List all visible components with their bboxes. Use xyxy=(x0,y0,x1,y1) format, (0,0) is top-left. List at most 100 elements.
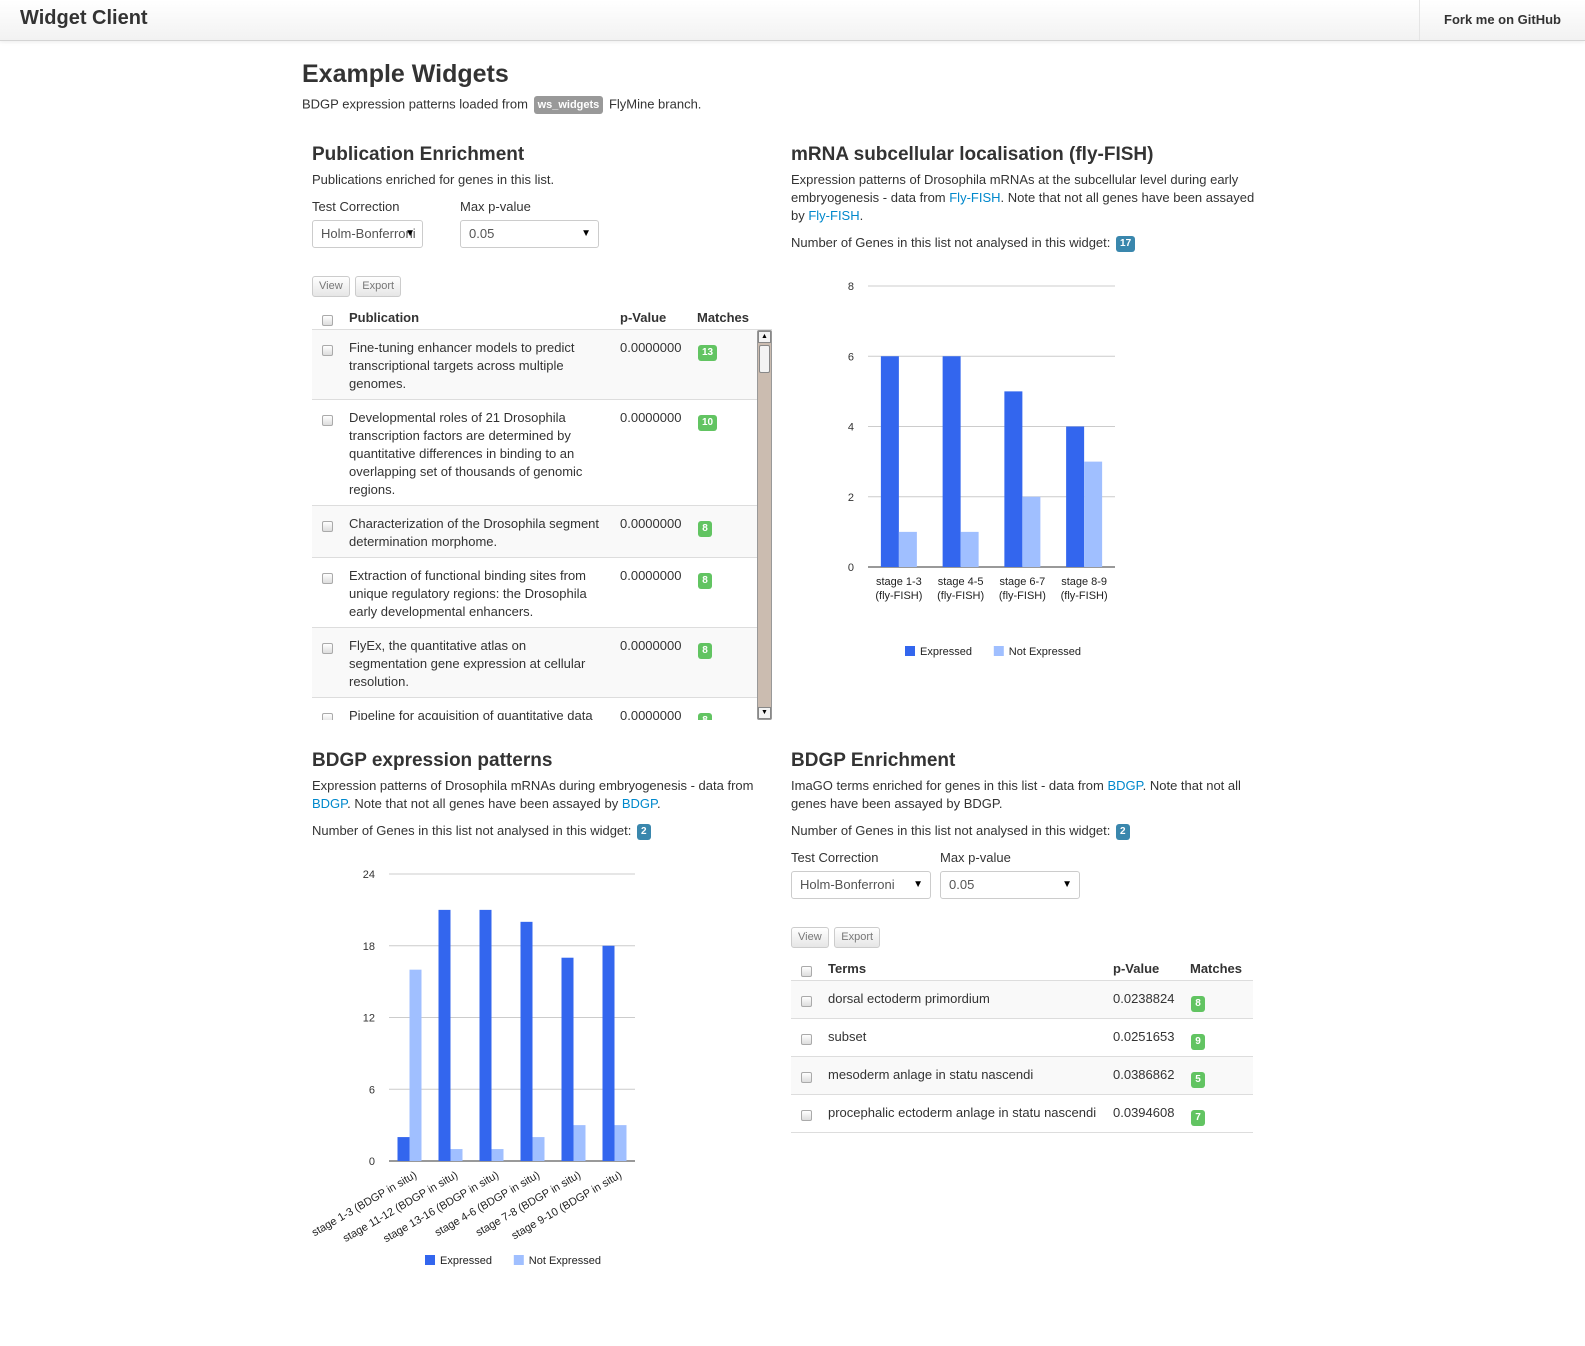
not-analysed-badge[interactable]: 2 xyxy=(637,823,651,840)
column-header-publication: Publication xyxy=(349,310,420,325)
matches-badge[interactable]: 8 xyxy=(698,643,712,659)
term-name[interactable]: procephalic ectoderm anlage in statu nas… xyxy=(828,1104,1096,1122)
chevron-down-icon: ▼ xyxy=(405,228,415,239)
not-analysed-info: Number of Genes in this list not analyse… xyxy=(312,822,772,840)
test-correction-label: Test Correction xyxy=(791,850,879,865)
intro-text-after: FlyMine branch. xyxy=(608,96,702,112)
y-tick-label: 8 xyxy=(848,281,854,293)
widget-description: Expression patterns of Drosophila mRNAs … xyxy=(791,171,1256,225)
matches-badge[interactable]: 10 xyxy=(698,415,718,431)
term-name[interactable]: subset xyxy=(828,1028,866,1046)
row-checkbox[interactable] xyxy=(322,521,333,532)
row-checkbox[interactable] xyxy=(322,643,333,654)
test-correction-value: Holm-Bonferroni xyxy=(800,877,895,892)
filter-controls: Test Correction Holm-Bonferroni ▼ Max p-… xyxy=(791,849,1253,907)
scroll-up-arrow-icon[interactable]: ▲ xyxy=(758,331,771,343)
row-checkbox[interactable] xyxy=(322,573,333,584)
bdgp-link[interactable]: BDGP xyxy=(312,796,347,811)
select-all-checkbox[interactable] xyxy=(322,315,333,326)
publication-title[interactable]: Developmental roles of 21 Drosophila tra… xyxy=(349,409,594,499)
page-title: Example Widgets xyxy=(302,60,509,88)
bar-expressed xyxy=(942,356,961,567)
matches-badge[interactable]: 8 xyxy=(698,573,712,589)
matches-badge[interactable]: 8 xyxy=(698,521,712,537)
table-header: Terms p-Value Matches xyxy=(791,953,1253,981)
scroll-thumb[interactable] xyxy=(759,345,770,373)
max-pvalue-select[interactable]: 0.05 ▼ xyxy=(460,220,599,248)
term-name[interactable]: dorsal ectoderm primordium xyxy=(828,990,990,1008)
table-row: Developmental roles of 21 Drosophila tra… xyxy=(312,400,772,506)
bar-expressed xyxy=(602,945,615,1161)
fork-github-link[interactable]: Fork me on GitHub xyxy=(1419,0,1585,40)
row-checkbox[interactable] xyxy=(322,345,333,356)
matches-badge[interactable]: 9 xyxy=(1191,1034,1205,1050)
scroll-down-arrow-icon[interactable]: ▼ xyxy=(758,707,771,719)
publication-title[interactable]: FlyEx, the quantitative atlas on segment… xyxy=(349,637,604,691)
row-checkbox[interactable] xyxy=(801,1110,812,1121)
not-analysed-badge[interactable]: 17 xyxy=(1116,235,1136,252)
pvalue: 0.0386862 xyxy=(1113,1067,1175,1082)
table-row: FlyEx, the quantitative atlas on segment… xyxy=(312,628,772,698)
row-checkbox[interactable] xyxy=(801,1072,812,1083)
column-header-pvalue: p-Value xyxy=(1113,961,1160,976)
description-text: . Note that not all genes have been assa… xyxy=(347,796,622,811)
y-tick-label: 18 xyxy=(363,941,375,953)
pvalue: 0.0000000 xyxy=(620,410,682,425)
table-scrollbar[interactable]: ▲ ▼ xyxy=(757,330,772,720)
widget-description: ImaGO terms enriched for genes in this l… xyxy=(791,777,1253,813)
max-pvalue-select[interactable]: 0.05 ▼ xyxy=(940,871,1080,899)
not-analysed-label: Number of Genes in this list not analyse… xyxy=(312,823,632,838)
row-checkbox[interactable] xyxy=(322,415,333,426)
row-checkbox[interactable] xyxy=(801,996,812,1007)
matches-badge[interactable]: 5 xyxy=(1191,1072,1205,1088)
x-tick-label: (fly-FISH) xyxy=(999,590,1046,602)
row-checkbox[interactable] xyxy=(801,1034,812,1045)
term-name[interactable]: mesoderm anlage in statu nascendi xyxy=(828,1066,1033,1084)
bdgp-link[interactable]: BDGP xyxy=(1107,778,1142,793)
bar-not-expressed xyxy=(409,969,422,1161)
publication-title[interactable]: Extraction of functional binding sites f… xyxy=(349,567,604,621)
matches-badge[interactable]: 13 xyxy=(698,345,718,361)
matches-badge[interactable]: 8 xyxy=(698,713,712,720)
publication-title[interactable]: Fine-tuning enhancer models to predict t… xyxy=(349,339,609,393)
column-header-matches: Matches xyxy=(697,310,750,325)
test-correction-select[interactable]: Holm-Bonferroni ▼ xyxy=(791,871,931,899)
matches-badge[interactable]: 7 xyxy=(1191,1110,1205,1126)
pvalue: 0.0000000 xyxy=(620,516,682,531)
matches-badge[interactable]: 8 xyxy=(1191,996,1205,1012)
publication-table-scroll[interactable]: Fine-tuning enhancer models to predict t… xyxy=(312,330,772,720)
fly-fish-widget: mRNA subcellular localisation (fly-FISH)… xyxy=(791,143,1256,252)
bar-not-expressed xyxy=(1022,496,1041,567)
bar-expressed xyxy=(397,1137,410,1161)
brand-title[interactable]: Widget Client xyxy=(20,7,148,30)
bar-expressed xyxy=(880,356,899,567)
legend-label: Expressed xyxy=(920,646,972,658)
not-analysed-badge[interactable]: 2 xyxy=(1116,823,1130,840)
fly-fish-link[interactable]: Fly-FISH xyxy=(949,190,1000,205)
y-tick-label: 6 xyxy=(848,351,854,363)
y-tick-label: 24 xyxy=(363,869,375,881)
view-button[interactable]: View xyxy=(312,276,350,297)
not-analysed-info: Number of Genes in this list not analyse… xyxy=(791,234,1256,252)
intro-text-before: BDGP expression patterns loaded from xyxy=(302,96,528,112)
column-header-terms: Terms xyxy=(828,961,867,976)
publication-title[interactable]: Characterization of the Drosophila segme… xyxy=(349,515,609,551)
widget-title: BDGP expression patterns xyxy=(312,750,553,771)
fly-fish-link[interactable]: Fly-FISH xyxy=(808,208,859,223)
chevron-down-icon: ▼ xyxy=(1062,879,1072,890)
max-pvalue-value: 0.05 xyxy=(949,877,975,892)
bar-not-expressed xyxy=(450,1149,463,1161)
select-all-checkbox[interactable] xyxy=(801,966,812,977)
view-button[interactable]: View xyxy=(791,927,829,948)
test-correction-select[interactable]: Holm-Bonferroni ▼ xyxy=(312,220,423,248)
export-button[interactable]: Export xyxy=(834,927,881,948)
row-checkbox[interactable] xyxy=(322,713,333,720)
bar-expressed xyxy=(561,957,574,1161)
pvalue: 0.0238824 xyxy=(1113,991,1175,1006)
bdgp-link[interactable]: BDGP xyxy=(622,796,657,811)
enrichment-table-body: dorsal ectoderm primordium 0.0238824 8 s… xyxy=(791,981,1253,1133)
y-tick-label: 0 xyxy=(369,1156,375,1168)
x-tick-label: stage 6-7 xyxy=(999,576,1045,588)
export-button[interactable]: Export xyxy=(355,276,402,297)
publication-title[interactable]: Pipeline for acquisition of quantitative… xyxy=(349,707,609,720)
